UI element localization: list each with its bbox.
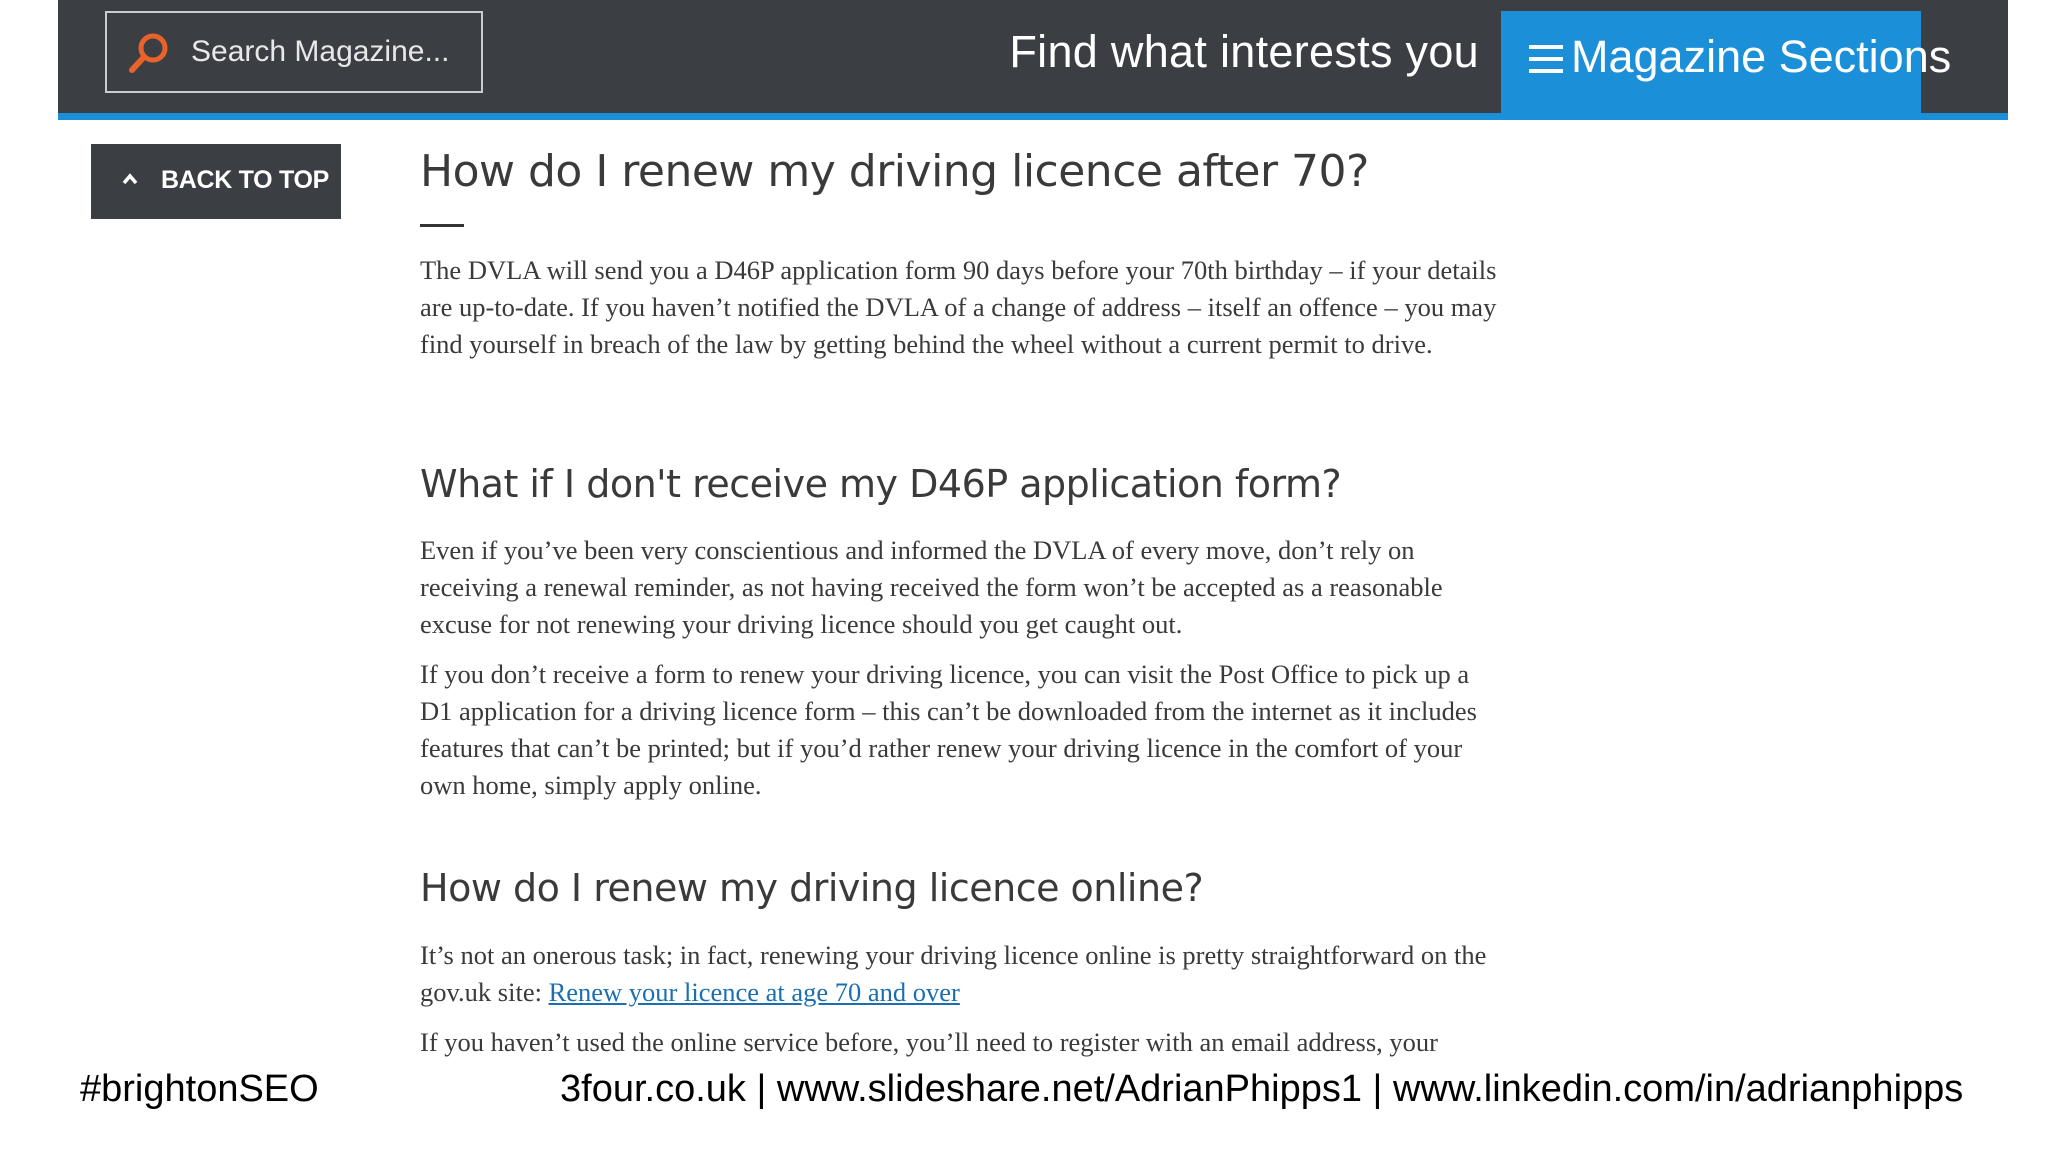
back-to-top-button[interactable]: BACK TO TOP — [91, 144, 341, 219]
intro-paragraph: The DVLA will send you a D46P applicatio… — [420, 255, 1497, 359]
paragraph-online-renewal: It’s not an onerous task; in fact, renew… — [420, 937, 1500, 1011]
paragraph-post-office: If you don’t receive a form to renew you… — [420, 659, 1477, 800]
search-input[interactable]: Search Magazine... — [105, 11, 483, 93]
paragraph-register: If you haven’t used the online service b… — [420, 1027, 1438, 1057]
section-heading-d46p: What if I don't receive my D46P applicat… — [420, 462, 1342, 506]
renew-licence-link[interactable]: Renew your licence at age 70 and over — [549, 977, 960, 1007]
chevron-up-icon — [122, 173, 138, 185]
page-title: How do I renew my driving licence after … — [420, 146, 1369, 197]
magazine-sections-label: Magazine Sections — [1571, 31, 1952, 82]
search-placeholder: Search Magazine... — [191, 35, 450, 68]
site-header: Search Magazine... Find what interests y… — [58, 0, 2008, 120]
hamburger-menu-icon — [1529, 45, 1563, 73]
title-divider — [420, 224, 464, 227]
search-icon — [129, 33, 168, 73]
header-tagline: Find what interests you — [1009, 26, 1479, 77]
paragraph-renewal-reminder: Even if you’ve been very conscientious a… — [420, 535, 1443, 639]
back-to-top-label: BACK TO TOP — [161, 166, 330, 194]
footer-links: 3four.co.uk | www.slideshare.net/AdrianP… — [560, 1068, 1964, 1110]
magazine-sections-button[interactable]: Magazine Sections — [1501, 11, 1951, 113]
footer-hashtag: #brightonSEO — [80, 1068, 319, 1110]
section-heading-renew-online: How do I renew my driving licence online… — [420, 866, 1204, 910]
